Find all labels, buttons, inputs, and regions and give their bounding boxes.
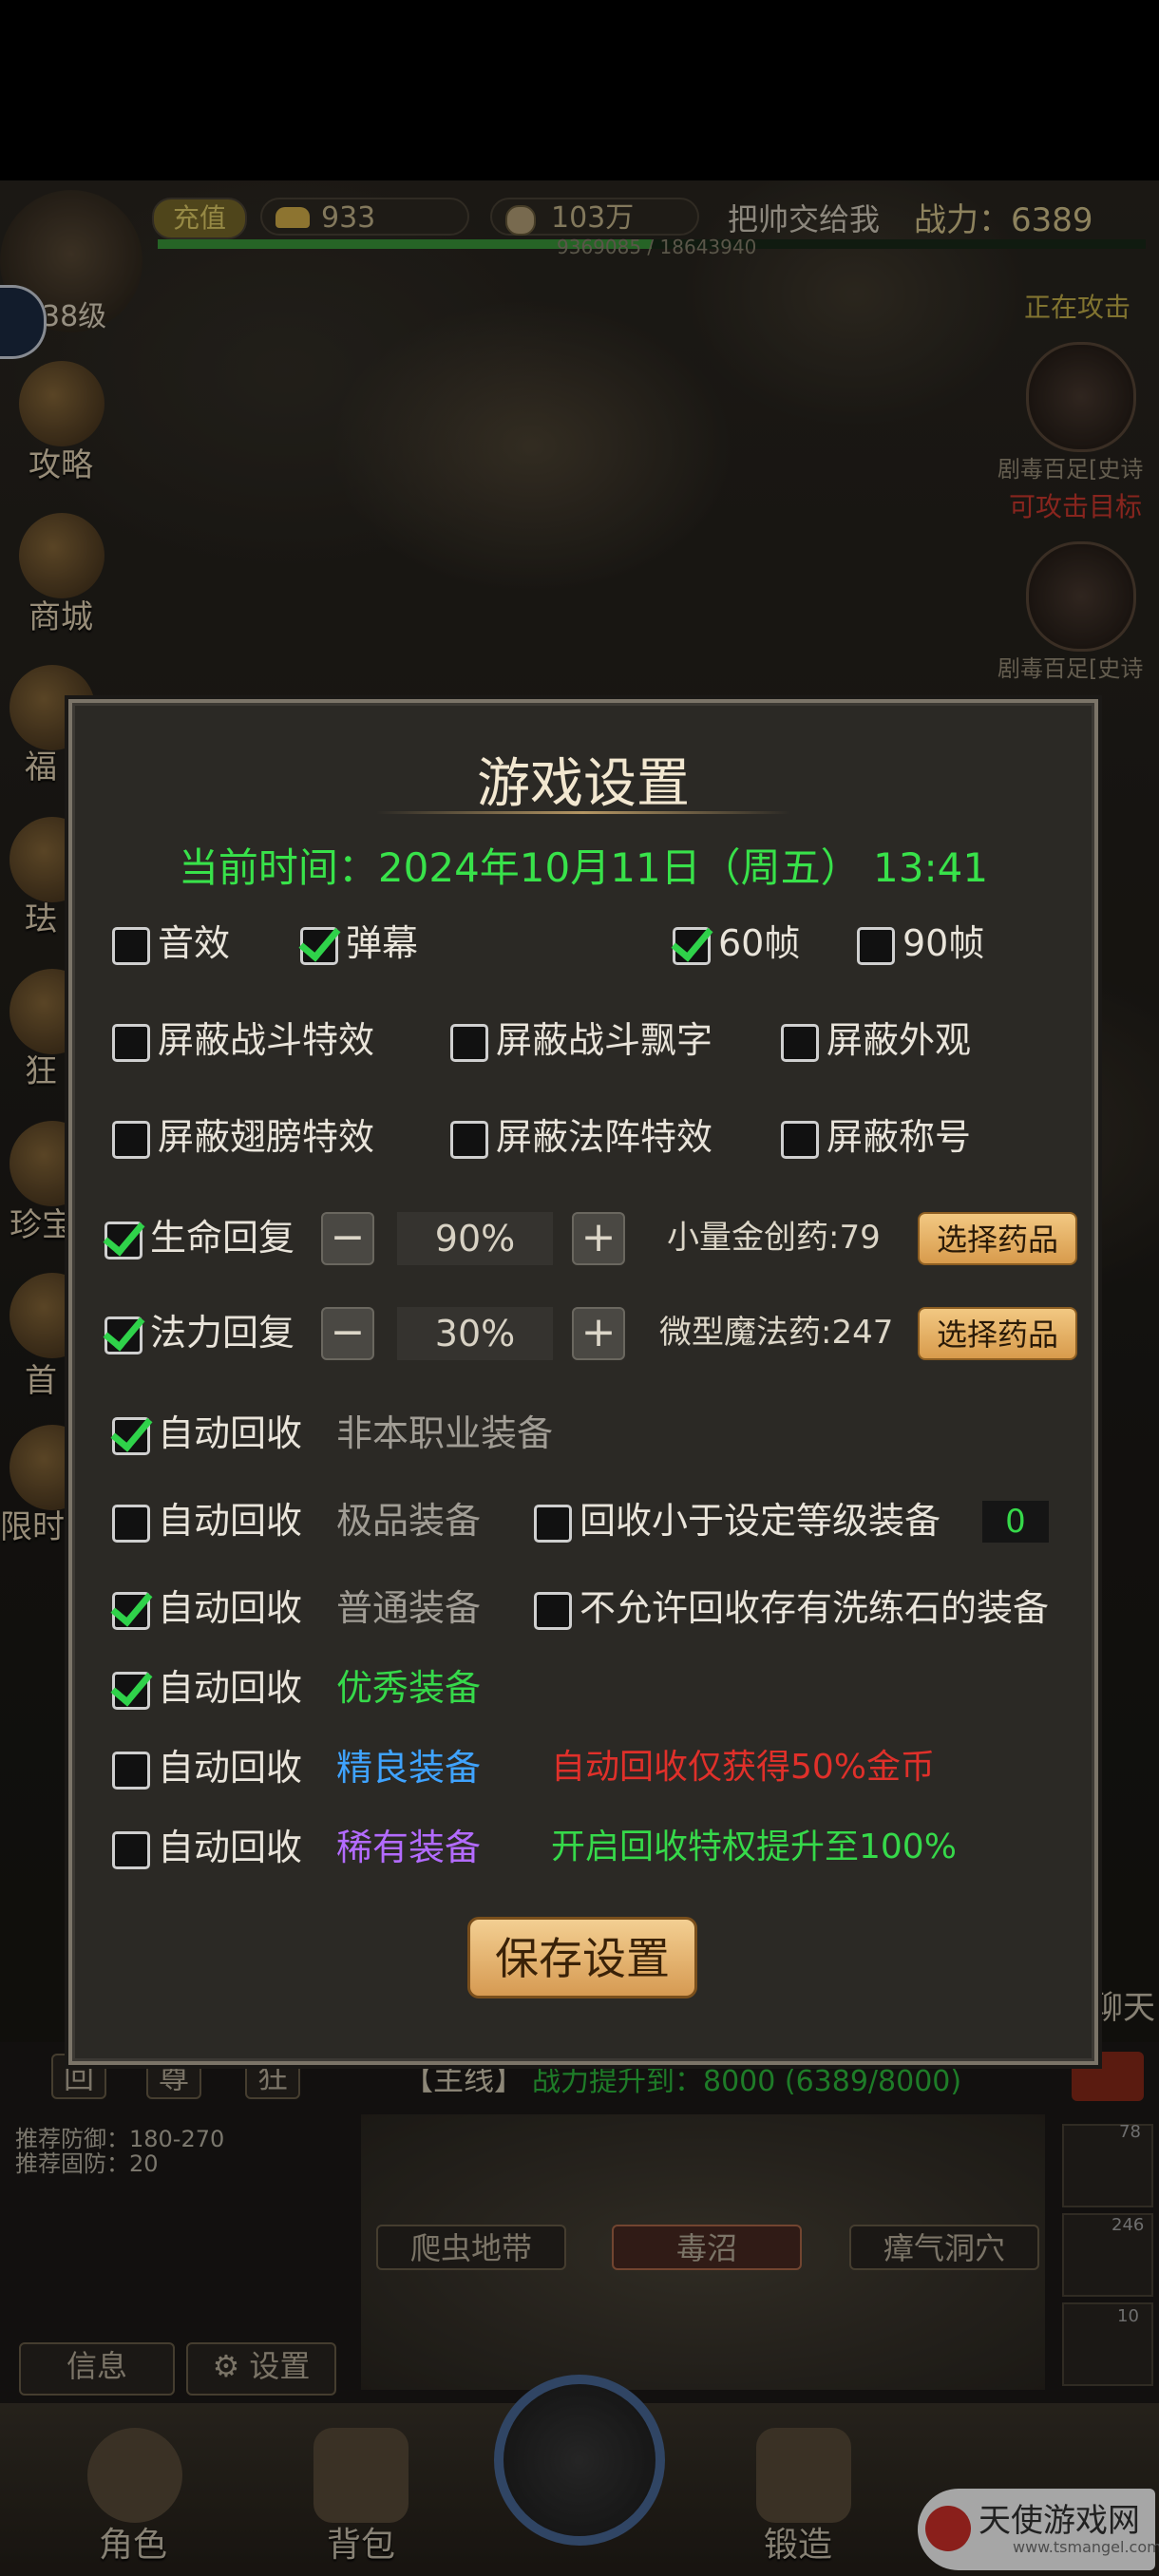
hide-damage-text-checkbox[interactable] (450, 1024, 488, 1062)
recycle-below-level-checkbox[interactable] (534, 1505, 572, 1543)
recycle-normal-type: 普通装备 (336, 1587, 482, 1629)
hp-recovery-label: 生命回复 (150, 1217, 295, 1259)
recycle-excellent-checkbox[interactable] (112, 1672, 150, 1710)
fps90-checkbox[interactable] (857, 927, 895, 965)
recycle-privilege-note: 开启回收特权提升至100% (551, 1828, 957, 1866)
recycle-premium-label: 自动回收 (158, 1500, 303, 1542)
recycle-fine-type: 精良装备 (336, 1747, 482, 1789)
hide-title-checkbox[interactable] (781, 1121, 819, 1159)
recycle-excellent-type: 优秀装备 (336, 1667, 482, 1709)
recycle-fine-checkbox[interactable] (112, 1752, 150, 1790)
no-recycle-refined-checkbox[interactable] (534, 1592, 572, 1630)
recycle-normal-label: 自动回收 (158, 1587, 303, 1629)
hide-combat-effects-label: 屏蔽战斗特效 (158, 1019, 375, 1061)
recycle-below-level-label: 回收小于设定等级装备 (580, 1500, 941, 1542)
recycle-level-input[interactable]: 0 (982, 1501, 1049, 1543)
danmaku-label: 弹幕 (346, 922, 419, 964)
fps90-label: 90帧 (902, 922, 985, 964)
mp-recovery-label: 法力回复 (150, 1312, 295, 1354)
fps60-label: 60帧 (718, 922, 801, 964)
recycle-nonclass-checkbox[interactable] (112, 1417, 150, 1455)
recycle-premium-checkbox[interactable] (112, 1505, 150, 1543)
mp-decrease-button[interactable]: − (321, 1307, 374, 1360)
settings-dialog: 游戏设置 当前时间：2024年10月11日（周五） 13:41 音效 弹幕 60… (68, 699, 1098, 2065)
hide-appearance-label: 屏蔽外观 (826, 1019, 972, 1061)
recycle-fine-label: 自动回收 (158, 1747, 303, 1789)
hide-wing-effects-checkbox[interactable] (112, 1121, 150, 1159)
hp-recovery-checkbox[interactable] (104, 1222, 142, 1260)
recycle-rare-checkbox[interactable] (112, 1831, 150, 1869)
dialog-title: 游戏设置 (477, 753, 690, 815)
no-recycle-refined-label: 不允许回收存有洗练石的装备 (580, 1587, 1050, 1629)
hp-increase-button[interactable]: + (572, 1212, 625, 1265)
hide-circle-effects-checkbox[interactable] (450, 1121, 488, 1159)
hp-potion-label: 小量金创药:79 (667, 1219, 881, 1257)
danmaku-checkbox[interactable] (300, 927, 338, 965)
fps60-checkbox[interactable] (673, 927, 711, 965)
hide-combat-effects-checkbox[interactable] (112, 1024, 150, 1062)
title-divider (376, 811, 790, 814)
hide-damage-text-label: 屏蔽战斗飘字 (496, 1019, 713, 1061)
hide-wing-effects-label: 屏蔽翅膀特效 (158, 1116, 375, 1158)
mp-potion-label: 微型魔法药:247 (659, 1314, 894, 1352)
recycle-rare-type: 稀有装备 (336, 1827, 482, 1868)
hp-threshold-value: 90% (397, 1212, 553, 1265)
recycle-nonclass-label: 自动回收 (158, 1412, 303, 1454)
sound-label: 音效 (158, 922, 231, 964)
recycle-excellent-label: 自动回收 (158, 1667, 303, 1709)
recycle-normal-checkbox[interactable] (112, 1592, 150, 1630)
hp-select-potion-button[interactable]: 选择药品 (918, 1212, 1077, 1265)
recycle-premium-type: 极品装备 (336, 1500, 482, 1542)
recycle-rare-label: 自动回收 (158, 1827, 303, 1868)
mp-increase-button[interactable]: + (572, 1307, 625, 1360)
sound-checkbox[interactable] (112, 927, 150, 965)
mp-recovery-checkbox[interactable] (104, 1316, 142, 1354)
hide-circle-effects-label: 屏蔽法阵特效 (496, 1116, 713, 1158)
hide-appearance-checkbox[interactable] (781, 1024, 819, 1062)
mp-select-potion-button[interactable]: 选择药品 (918, 1307, 1077, 1360)
mp-threshold-value: 30% (397, 1307, 553, 1360)
recycle-nonclass-type: 非本职业装备 (336, 1412, 554, 1454)
hp-decrease-button[interactable]: − (321, 1212, 374, 1265)
recycle-gold-note: 自动回收仅获得50%金币 (551, 1748, 936, 1787)
hide-title-label: 屏蔽称号 (826, 1116, 972, 1158)
current-time: 当前时间：2024年10月11日（周五） 13:41 (178, 844, 989, 891)
save-settings-button[interactable]: 保存设置 (467, 1917, 697, 1998)
